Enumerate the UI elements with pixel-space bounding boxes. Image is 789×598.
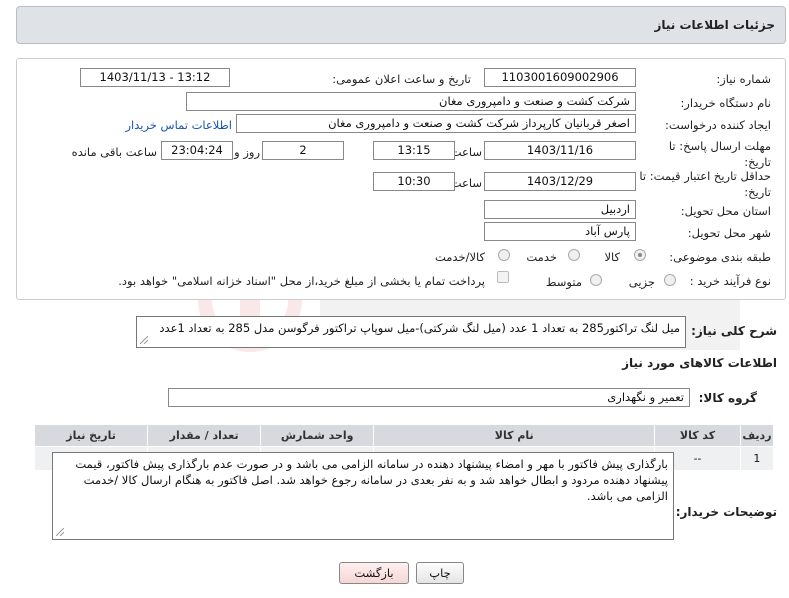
treasury-payment-checkbox[interactable]: [497, 271, 509, 283]
col-item-code: کد کالا: [654, 424, 741, 447]
province-field[interactable]: اردبیل: [484, 200, 636, 219]
process-type-label: نوع فرآیند خرید :: [689, 274, 771, 288]
province-label: استان محل تحویل:: [680, 204, 771, 218]
col-row-number: ردیف: [739, 424, 775, 447]
goods-section-title: اطلاعات کالاهای مورد نیاز: [622, 356, 777, 370]
validity-date-field[interactable]: 1403/12/29: [484, 172, 636, 191]
need-number-label: شماره نیاز:: [716, 72, 771, 86]
col-quantity: تعداد / مقدار: [147, 424, 262, 447]
need-description-text: میل لنگ تراکتور285 به تعداد 1 عدد (میل ل…: [159, 321, 680, 335]
deadline-date-field[interactable]: 1403/11/16: [484, 141, 636, 160]
deadline-time-field[interactable]: 13:15: [373, 141, 455, 160]
remaining-time-label: ساعت باقی مانده: [71, 145, 157, 159]
buyer-contact-link[interactable]: اطلاعات تماس خریدار: [125, 118, 232, 132]
creator-label: ایجاد کننده درخواست:: [665, 118, 771, 132]
process-minor-label: جزیی: [628, 275, 655, 289]
category-service-label: خدمت: [526, 250, 557, 264]
validity-time-label: ساعت: [450, 176, 482, 190]
city-field[interactable]: پارس آباد: [484, 222, 636, 241]
category-goods-radio[interactable]: [634, 249, 646, 261]
need-description-box[interactable]: میل لنگ تراکتور285 به تعداد 1 عدد (میل ل…: [136, 316, 686, 348]
remaining-time-field[interactable]: 23:04:24: [161, 141, 233, 160]
back-button[interactable]: بازگشت: [339, 562, 409, 584]
resize-handle-icon[interactable]: [56, 528, 64, 536]
price-validity-label: حداقل تاریخ اعتبار قیمت: تا تاریخ:: [639, 169, 771, 199]
col-unit: واحد شمارش: [260, 424, 375, 447]
col-item-name: نام کالا: [373, 424, 656, 447]
treasury-payment-note: پرداخت تمام یا بخشی از مبلغ خرید،از محل …: [118, 274, 485, 288]
category-label: طبقه بندی موضوعی:: [669, 250, 771, 264]
page-header: جزئیات اطلاعات نیاز: [16, 6, 786, 44]
city-label: شهر محل تحویل:: [687, 226, 771, 240]
row-number-cell: 1: [739, 446, 775, 471]
creator-field[interactable]: اصغر قربانیان کارپرداز شرکت کشت و صنعت و…: [236, 114, 636, 133]
goods-group-field[interactable]: تعمیر و نگهداری: [168, 388, 690, 407]
process-medium-label: متوسط: [545, 275, 582, 289]
goods-table-header-row: ردیف کد کالا نام کالا واحد شمارش تعداد /…: [33, 424, 775, 447]
category-goods-label: کالا: [604, 250, 620, 264]
process-medium-radio[interactable]: [590, 274, 602, 286]
deadline-time-label: ساعت: [450, 145, 482, 159]
resize-handle-icon[interactable]: [140, 336, 148, 344]
buyer-notes-text: بارگذاری پیش فاکتور با مهر و امضاء پیشنه…: [75, 457, 668, 503]
buyer-org-label: نام دستگاه خریدار:: [680, 96, 771, 110]
need-description-label: شرح کلی نیاز:: [691, 324, 777, 338]
days-label: روز و: [234, 145, 260, 159]
announce-datetime-field[interactable]: 1403/11/13 - 13:12: [80, 68, 230, 87]
buyer-notes-label: توضیحات خریدار:: [675, 505, 777, 519]
goods-group-label: گروه کالا:: [698, 391, 757, 405]
category-both-radio[interactable]: [498, 249, 510, 261]
need-number-field[interactable]: 1103001609002906: [484, 68, 636, 87]
category-both-label: کالا/خدمت: [434, 250, 485, 264]
process-minor-radio[interactable]: [664, 274, 676, 286]
days-remaining-field[interactable]: 2: [262, 141, 344, 160]
announce-datetime-label: تاریخ و ساعت اعلان عمومی:: [332, 72, 471, 86]
print-button[interactable]: چاپ: [416, 562, 464, 584]
validity-time-field[interactable]: 10:30: [373, 172, 455, 191]
col-need-date: تاریخ نیاز: [33, 424, 149, 447]
page-title: جزئیات اطلاعات نیاز: [654, 18, 775, 32]
buyer-notes-box[interactable]: بارگذاری پیش فاکتور با مهر و امضاء پیشنه…: [52, 452, 674, 540]
buyer-org-field[interactable]: شرکت کشت و صنعت و دامپروری مغان: [186, 92, 636, 111]
deadline-label: مهلت ارسال پاسخ: تا تاریخ:: [668, 139, 771, 169]
category-service-radio[interactable]: [568, 249, 580, 261]
